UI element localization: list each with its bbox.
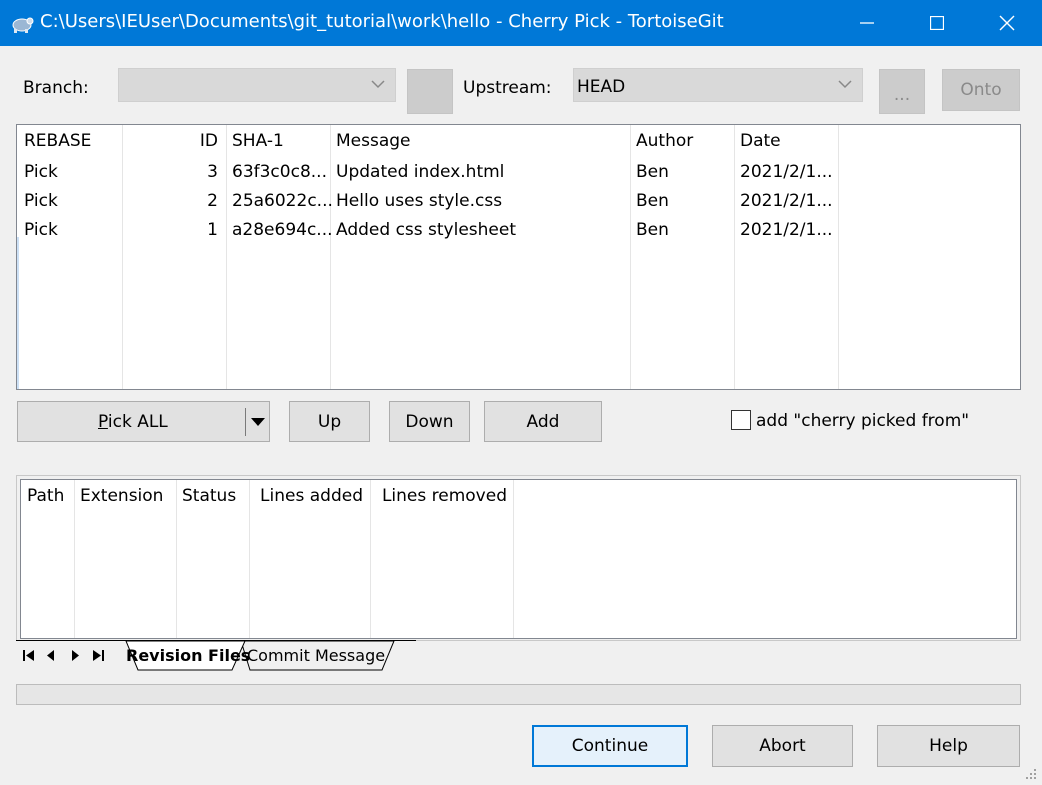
header-sha[interactable]: SHA-1 xyxy=(232,131,284,151)
tab-commit-message[interactable]: Commit Message xyxy=(247,646,385,665)
title-bar[interactable]: C:\Users\IEUser\Documents\git_tutorial\w… xyxy=(0,0,1042,46)
onto-button[interactable]: Onto xyxy=(942,69,1020,111)
header-rebase[interactable]: REBASE xyxy=(24,131,91,151)
branch-browse-button[interactable] xyxy=(407,69,453,114)
header-extension[interactable]: Extension xyxy=(80,486,163,506)
row-date: 2021/2/1... xyxy=(740,162,833,182)
row-message: Added css stylesheet xyxy=(336,220,517,240)
help-label: Help xyxy=(929,736,968,756)
table-row[interactable]: Pick 2 25a6022c... Hello uses style.css … xyxy=(17,188,1020,217)
row-message: Hello uses style.css xyxy=(336,191,503,211)
header-date[interactable]: Date xyxy=(740,131,781,151)
upstream-browse-button[interactable]: ... xyxy=(879,69,925,114)
table-row[interactable]: Pick 1 a28e694c... Added css stylesheet … xyxy=(17,217,1020,246)
row-action: Pick xyxy=(24,191,58,211)
table-row[interactable]: Pick 3 63f3c0c8... Updated index.html Be… xyxy=(17,159,1020,188)
row-sha: a28e694c... xyxy=(232,220,333,240)
minimize-icon xyxy=(860,22,874,24)
add-button[interactable]: Add xyxy=(484,401,602,442)
tab-revision-files[interactable]: Revision Files xyxy=(126,646,250,665)
upstream-combobox[interactable]: HEAD xyxy=(573,68,863,102)
revision-files-list[interactable]: Path Extension Status Lines added Lines … xyxy=(20,479,1017,639)
tortoisegit-app-icon xyxy=(10,12,34,34)
commit-list[interactable]: REBASE ID SHA-1 Message Author Date Pick… xyxy=(16,124,1021,390)
upstream-browse-label: ... xyxy=(893,85,911,105)
row-message: Updated index.html xyxy=(336,162,505,182)
up-label: Up xyxy=(317,411,342,432)
row-id: 2 xyxy=(207,191,218,211)
cherry-picked-from-checkbox[interactable] xyxy=(731,410,751,430)
next-tab-icon[interactable] xyxy=(71,649,80,662)
row-focus-marker xyxy=(17,237,20,389)
branch-label: Branch: xyxy=(23,78,89,98)
header-author[interactable]: Author xyxy=(636,131,693,151)
row-author: Ben xyxy=(636,220,669,240)
branch-combobox[interactable] xyxy=(118,68,396,102)
help-button[interactable]: Help xyxy=(877,725,1020,767)
minimize-button[interactable] xyxy=(832,0,902,46)
up-button[interactable]: Up xyxy=(289,401,370,442)
cherry-picked-from-label[interactable]: add "cherry picked from" xyxy=(756,411,969,431)
row-sha: 63f3c0c8... xyxy=(232,162,327,182)
continue-button[interactable]: Continue xyxy=(532,725,688,767)
abort-button[interactable]: Abort xyxy=(712,725,853,767)
pick-all-split-button[interactable]: Pick ALL xyxy=(17,401,270,442)
row-date: 2021/2/1... xyxy=(740,191,833,211)
split-divider xyxy=(245,408,246,436)
down-label: Down xyxy=(405,411,454,432)
progress-bar xyxy=(16,684,1021,705)
window-title: C:\Users\IEUser\Documents\git_tutorial\w… xyxy=(40,11,724,32)
abort-label: Abort xyxy=(759,736,806,756)
row-sha: 25a6022c... xyxy=(232,191,333,211)
header-status[interactable]: Status xyxy=(182,486,236,506)
last-tab-icon[interactable] xyxy=(92,649,104,662)
chevron-down-icon xyxy=(371,80,385,89)
first-tab-icon[interactable] xyxy=(23,649,35,662)
resize-grip-icon[interactable] xyxy=(1024,767,1038,781)
tab-page-frame: Path Extension Status Lines added Lines … xyxy=(16,475,1021,641)
onto-label: Onto xyxy=(960,80,1002,100)
row-author: Ben xyxy=(636,191,669,211)
dropdown-arrow-icon[interactable] xyxy=(251,418,265,427)
header-lines-added[interactable]: Lines added xyxy=(249,486,363,506)
close-icon xyxy=(999,15,1015,31)
continue-label: Continue xyxy=(571,736,649,756)
header-path[interactable]: Path xyxy=(27,486,64,506)
pick-all-label: Pick ALL xyxy=(98,412,168,432)
previous-tab-icon[interactable] xyxy=(46,649,55,662)
down-button[interactable]: Down xyxy=(389,401,470,442)
header-id[interactable]: ID xyxy=(122,131,218,151)
row-action: Pick xyxy=(24,162,58,182)
add-label: Add xyxy=(526,411,560,432)
row-id: 3 xyxy=(207,162,218,182)
tab-strip: Revision Files Commit Message xyxy=(16,640,416,672)
close-button[interactable] xyxy=(972,0,1042,46)
row-author: Ben xyxy=(636,162,669,182)
row-action: Pick xyxy=(24,220,58,240)
upstream-label: Upstream: xyxy=(463,78,552,98)
header-message[interactable]: Message xyxy=(336,131,411,151)
row-id: 1 xyxy=(207,220,218,240)
chevron-down-icon xyxy=(838,80,852,89)
maximize-button[interactable] xyxy=(902,0,972,46)
upstream-value: HEAD xyxy=(577,77,626,97)
row-date: 2021/2/1... xyxy=(740,220,833,240)
header-lines-removed[interactable]: Lines removed xyxy=(370,486,507,506)
maximize-icon xyxy=(930,16,944,30)
